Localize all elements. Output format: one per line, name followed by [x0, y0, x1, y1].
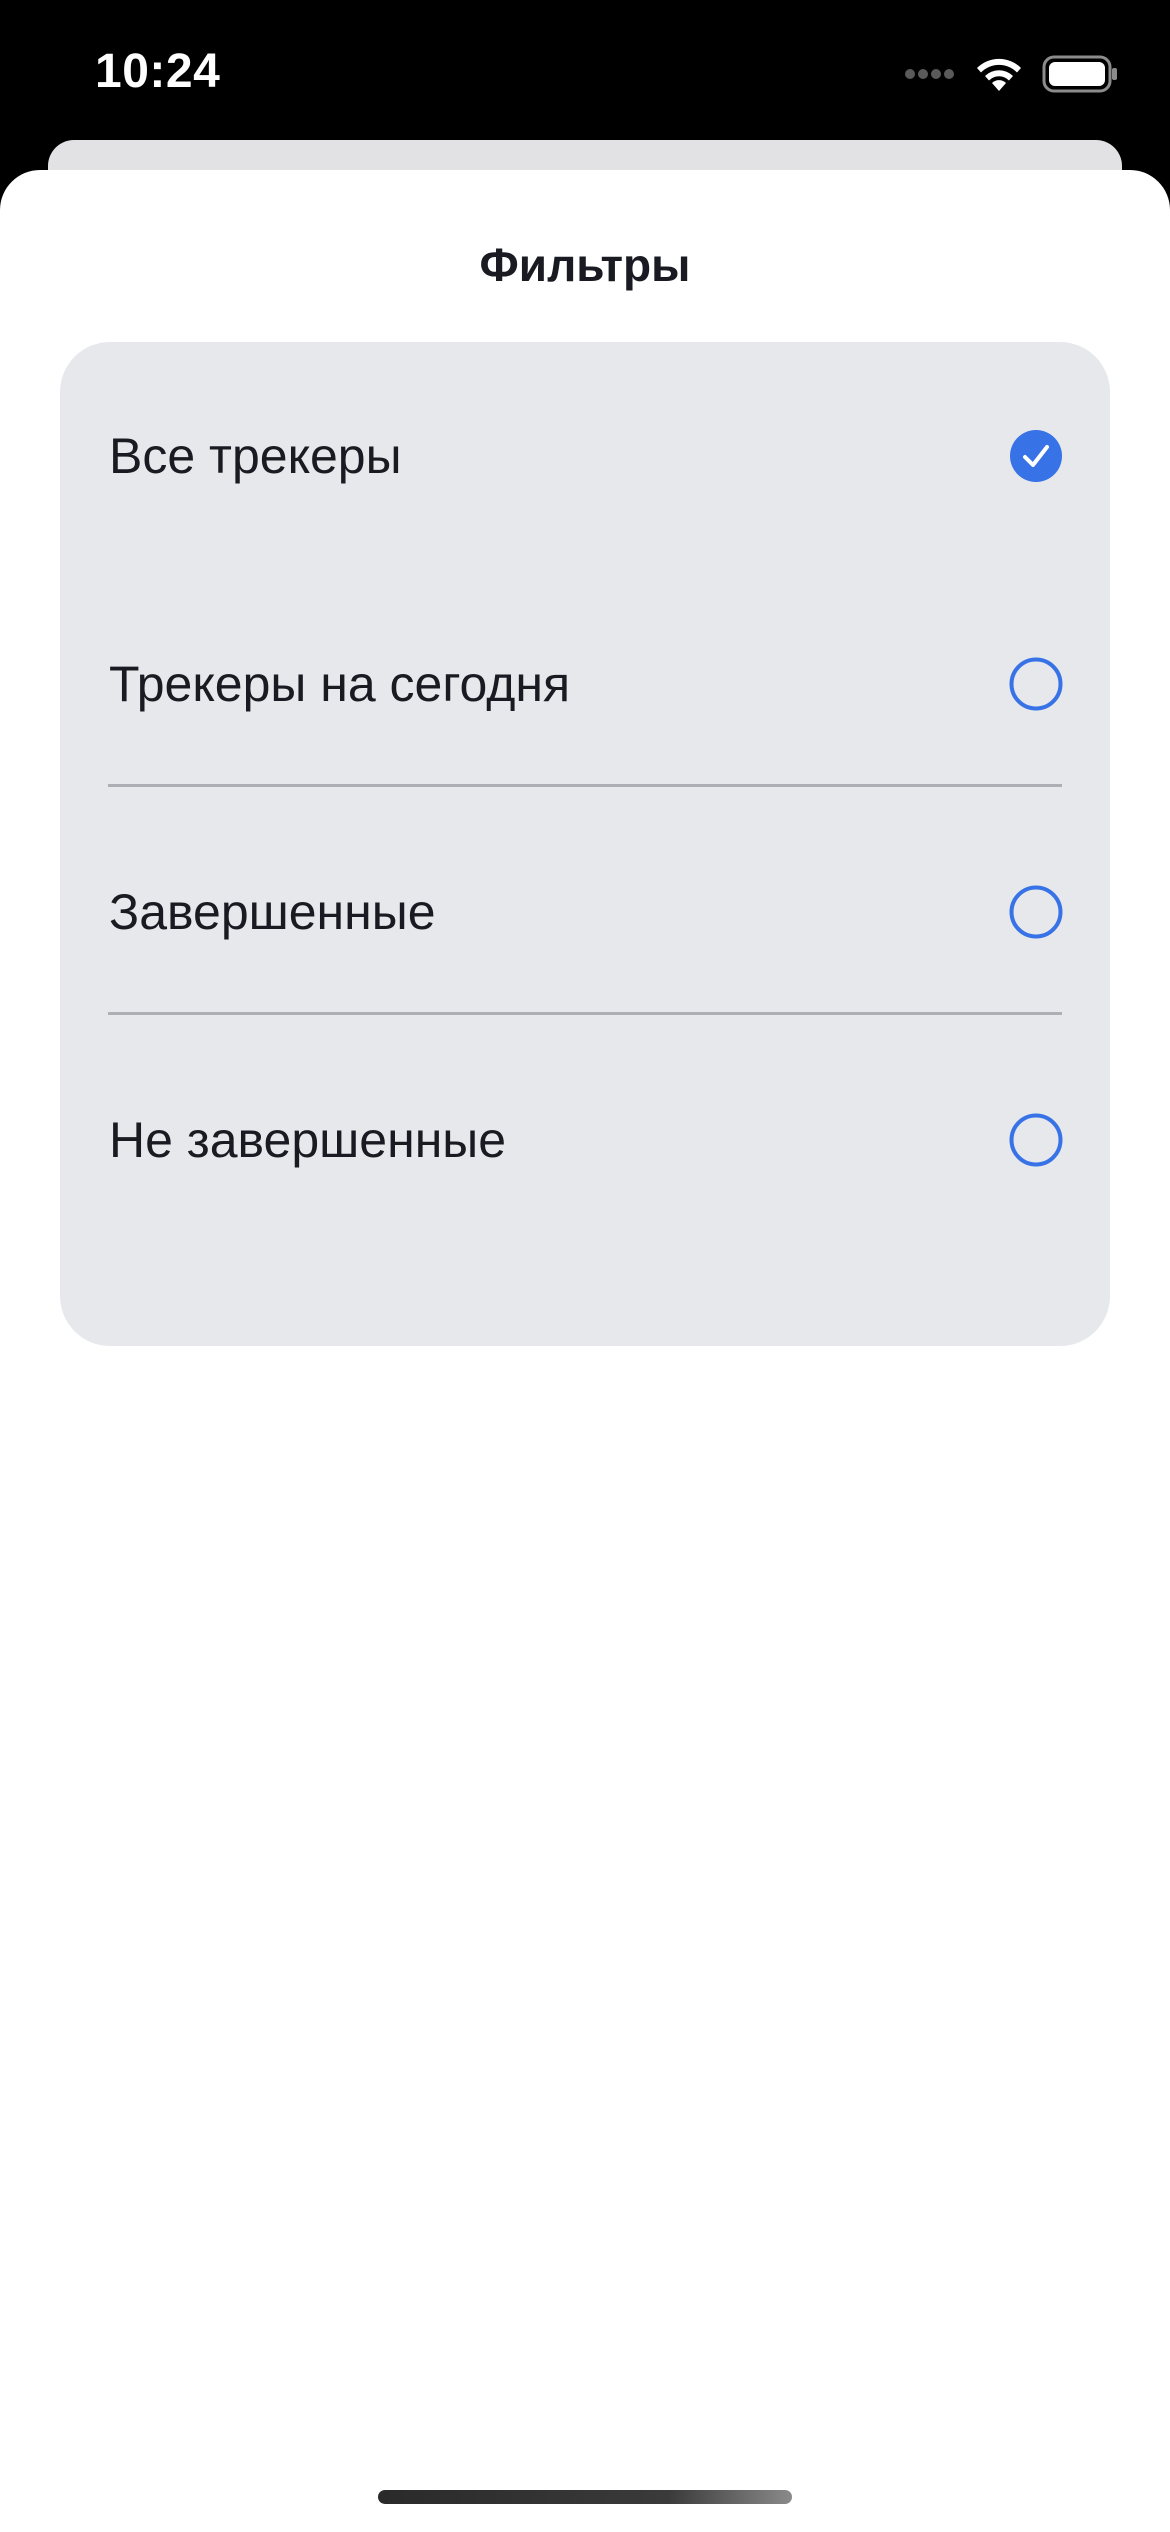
- filter-option-label: Не завершенные: [109, 1112, 507, 1168]
- status-time: 10:24: [95, 45, 221, 98]
- filter-option-completed[interactable]: Завершенные: [60, 798, 1110, 1026]
- filter-option-label: Трекеры на сегодня: [109, 656, 571, 712]
- cellular-dots-icon: [902, 69, 954, 79]
- radio-unselected-icon[interactable]: [1008, 1112, 1064, 1168]
- filter-option-label: Все трекеры: [109, 428, 402, 484]
- filter-option-not-completed[interactable]: Не завершенные: [60, 1026, 1110, 1254]
- status-bar: 10:24: [0, 0, 1170, 140]
- filter-option-all[interactable]: Все трекеры: [60, 342, 1110, 570]
- radio-unselected-icon[interactable]: [1008, 884, 1064, 940]
- home-indicator[interactable]: [378, 2490, 792, 2504]
- sheet-title: Фильтры: [479, 239, 691, 291]
- filter-options-card: Все трекеры Трекеры на сегодня Завершенн…: [60, 342, 1110, 1346]
- status-icons: [902, 52, 1118, 96]
- filter-option-today[interactable]: Трекеры на сегодня: [60, 570, 1110, 798]
- battery-icon: [1042, 55, 1118, 93]
- filter-option-label: Завершенные: [109, 884, 436, 940]
- wifi-icon: [974, 55, 1024, 93]
- radio-unselected-icon[interactable]: [1008, 656, 1064, 712]
- checkmark-selected-icon[interactable]: [1008, 428, 1064, 484]
